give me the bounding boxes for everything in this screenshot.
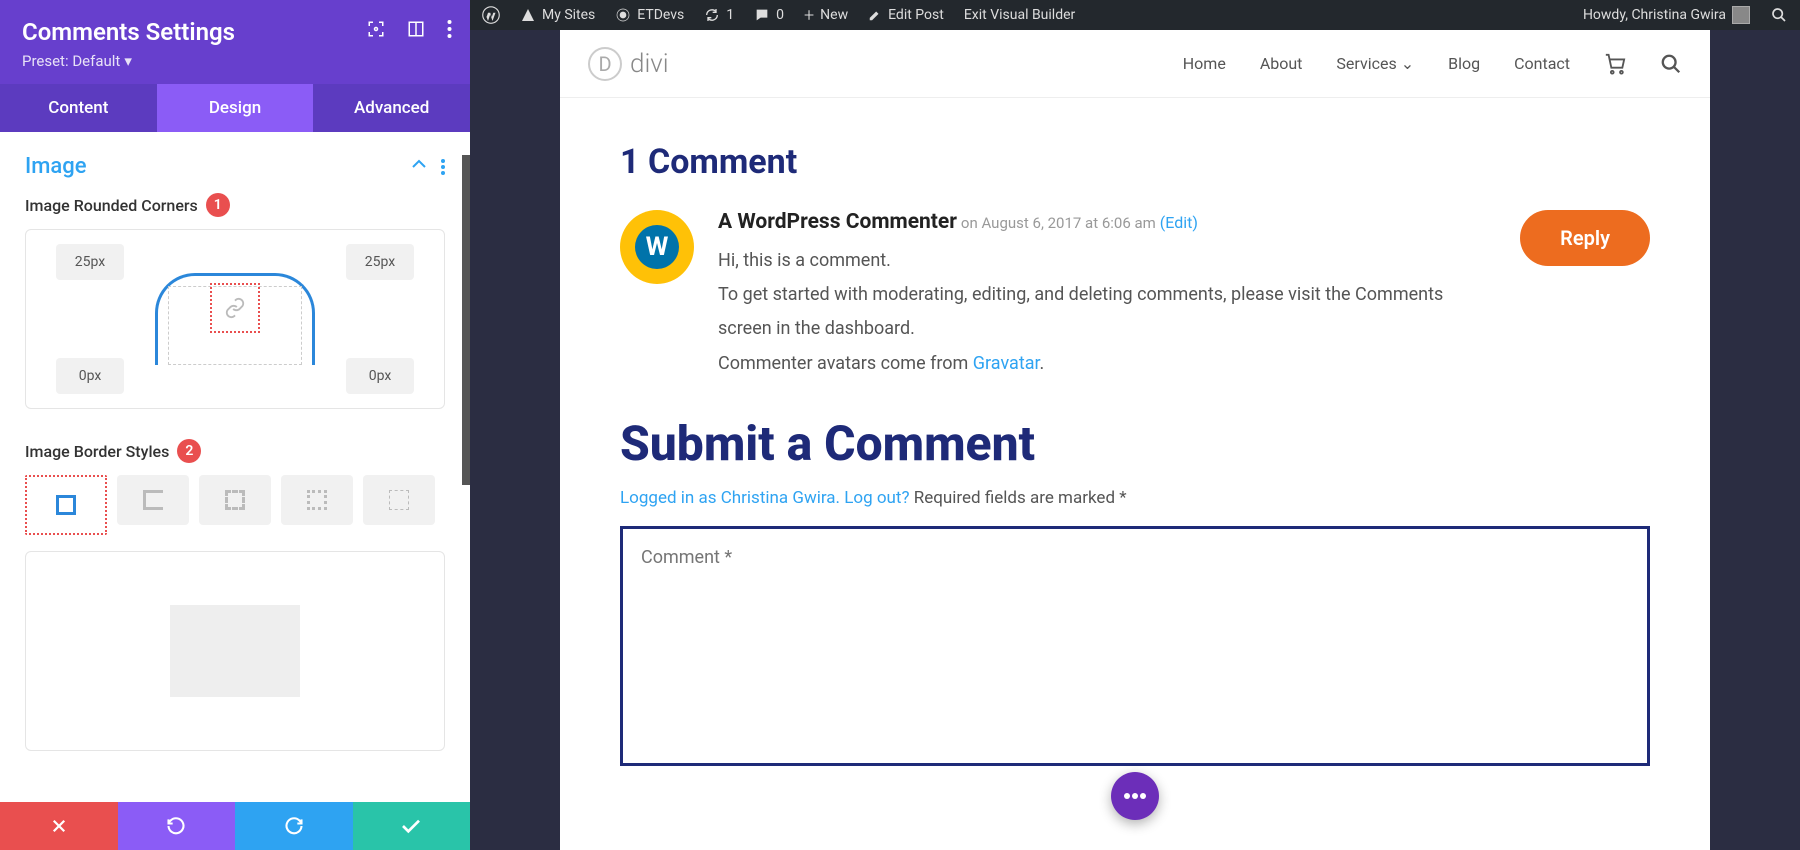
- border-style-right[interactable]: [281, 475, 353, 525]
- builder-fab-button[interactable]: [1111, 772, 1159, 820]
- rounded-corners-label: Image Rounded Corners 1: [25, 193, 445, 217]
- collapse-icon[interactable]: [411, 159, 427, 175]
- comments-link[interactable]: 0: [754, 7, 784, 23]
- gravatar-link[interactable]: Gravatar: [973, 353, 1040, 374]
- form-meta: Logged in as Christina Gwira. Log out? R…: [620, 488, 1650, 508]
- section-title: Image: [25, 154, 87, 179]
- annotation-badge-2: 2: [177, 439, 201, 463]
- preset-label: Preset: Default: [22, 52, 120, 70]
- section-kebab-icon[interactable]: [441, 159, 445, 175]
- logged-in-link[interactable]: Logged in as Christina Gwira.: [620, 488, 840, 508]
- corner-tl-input[interactable]: 25px: [56, 244, 124, 280]
- preset-dropdown[interactable]: Preset: Default ▾: [22, 52, 132, 70]
- nav-blog[interactable]: Blog: [1448, 54, 1480, 73]
- border-styles-label: Image Border Styles 2: [25, 439, 445, 463]
- border-preview: [25, 551, 445, 751]
- link-corners-icon[interactable]: [210, 283, 260, 333]
- caret-down-icon: ▾: [124, 52, 132, 70]
- focus-icon[interactable]: [367, 20, 385, 38]
- border-style-left[interactable]: [117, 475, 189, 525]
- corner-br-input[interactable]: 0px: [346, 358, 414, 394]
- corner-bl-input[interactable]: 0px: [56, 358, 124, 394]
- corner-tr-input[interactable]: 25px: [346, 244, 414, 280]
- undo-button[interactable]: [118, 802, 236, 850]
- comment-textarea[interactable]: [620, 526, 1650, 766]
- howdy-link[interactable]: Howdy, Christina Gwira: [1583, 6, 1750, 24]
- chevron-down-icon: ⌄: [1401, 54, 1414, 73]
- exit-builder-link[interactable]: Exit Visual Builder: [964, 7, 1075, 23]
- reply-button[interactable]: Reply: [1520, 210, 1650, 266]
- annotation-badge-1: 1: [206, 193, 230, 217]
- new-link[interactable]: +New: [804, 5, 848, 26]
- tab-content[interactable]: Content: [0, 84, 157, 132]
- site-header: Ddivi Home About Services ⌄ Blog Contact: [560, 30, 1710, 98]
- tab-design[interactable]: Design: [157, 84, 314, 132]
- rounded-corners-control[interactable]: 25px 25px 0px 0px: [25, 229, 445, 409]
- save-button[interactable]: [353, 802, 471, 850]
- settings-tabs: Content Design Advanced: [0, 84, 470, 132]
- cart-icon[interactable]: [1604, 53, 1626, 75]
- cancel-button[interactable]: [0, 802, 118, 850]
- nav-about[interactable]: About: [1260, 54, 1303, 73]
- comment-body: Hi, this is a comment. To get started wi…: [718, 244, 1496, 381]
- comment-author: A WordPress Commenter: [718, 210, 957, 234]
- kebab-icon[interactable]: [447, 20, 452, 38]
- border-style-picker: [25, 475, 445, 535]
- comments-heading: 1 Comment: [620, 142, 1650, 182]
- comment-edit-link[interactable]: (Edit): [1160, 213, 1198, 232]
- avatar-icon: [1732, 6, 1750, 24]
- my-sites-link[interactable]: My Sites: [520, 7, 595, 23]
- edit-post-link[interactable]: Edit Post: [868, 7, 944, 23]
- wp-logo-icon[interactable]: [482, 6, 500, 24]
- site-logo[interactable]: Ddivi: [588, 47, 669, 81]
- comment-date: on August 6, 2017 at 6:06 am: [961, 214, 1156, 232]
- settings-header: Comments Settings Preset: Default ▾: [0, 0, 470, 84]
- wp-admin-bar: My Sites ETDevs 1 0 +New Edit Post Exit …: [470, 0, 1800, 30]
- nav-home[interactable]: Home: [1183, 54, 1226, 73]
- tab-advanced[interactable]: Advanced: [313, 84, 470, 132]
- nav-contact[interactable]: Contact: [1514, 54, 1570, 73]
- comment-avatar: W: [620, 210, 694, 284]
- updates-link[interactable]: 1: [704, 7, 734, 23]
- redo-button[interactable]: [235, 802, 353, 850]
- scrollbar[interactable]: [462, 155, 470, 485]
- border-style-bottom[interactable]: [363, 475, 435, 525]
- logout-link[interactable]: Log out?: [844, 488, 909, 508]
- layout-icon[interactable]: [407, 20, 425, 38]
- comment-item: W A WordPress Commenter on August 6, 201…: [620, 210, 1650, 381]
- border-style-top[interactable]: [199, 475, 271, 525]
- nav-services[interactable]: Services ⌄: [1336, 54, 1414, 73]
- admin-search-icon[interactable]: [1770, 6, 1788, 24]
- submit-heading: Submit a Comment: [620, 415, 1650, 472]
- nav-search-icon[interactable]: [1660, 53, 1682, 75]
- site-link[interactable]: ETDevs: [615, 7, 684, 23]
- settings-footer: [0, 802, 470, 850]
- border-style-all[interactable]: [30, 480, 102, 530]
